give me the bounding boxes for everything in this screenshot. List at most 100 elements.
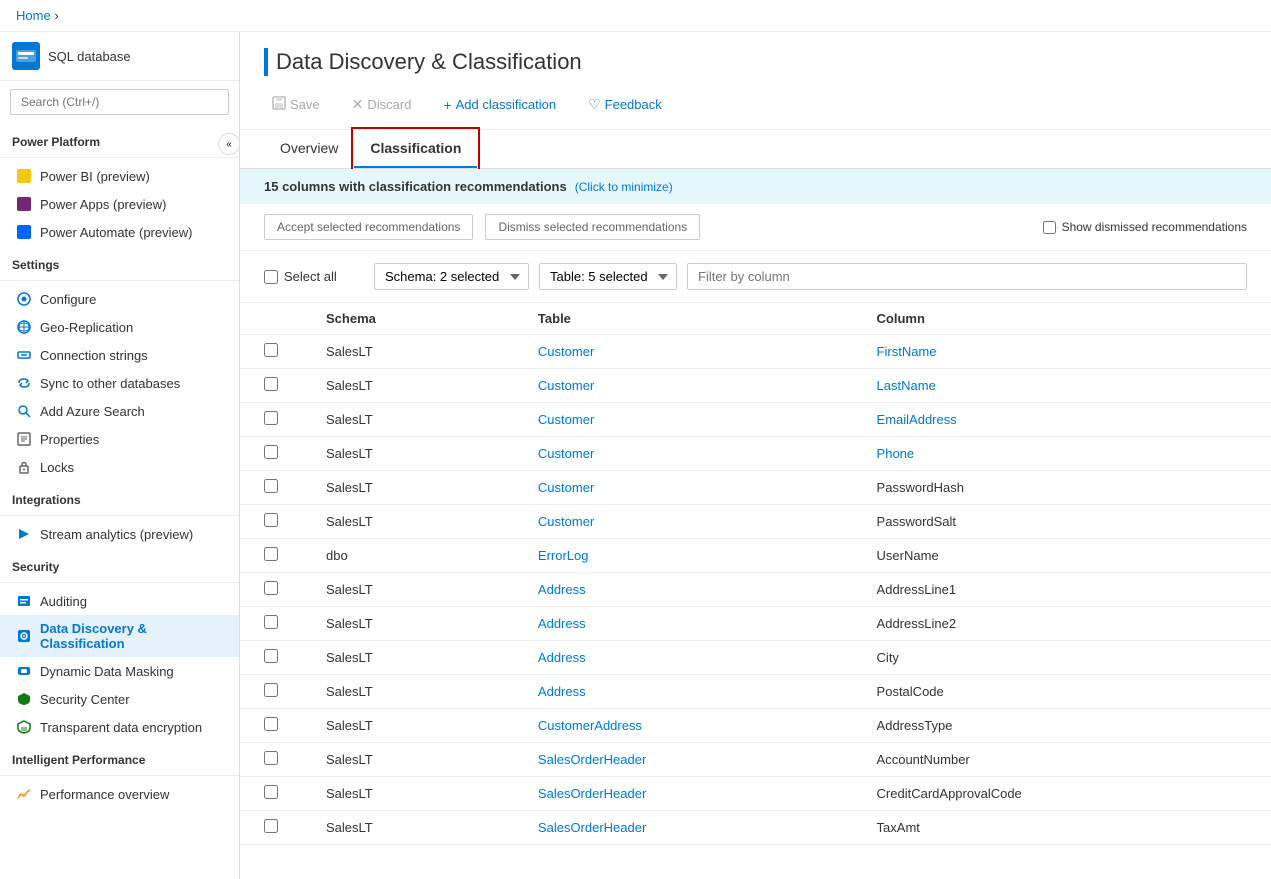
azure-search-icon bbox=[16, 403, 32, 419]
row-table[interactable]: Customer bbox=[514, 471, 853, 505]
sidebar-item-geo-replication[interactable]: Geo-Replication bbox=[0, 313, 239, 341]
column-filter-input[interactable] bbox=[687, 263, 1247, 290]
sidebar-item-dynamic-masking[interactable]: Dynamic Data Masking bbox=[0, 657, 239, 685]
sidebar-item-label: Security Center bbox=[40, 692, 130, 707]
row-table[interactable]: Address bbox=[514, 675, 853, 709]
row-checkbox[interactable] bbox=[264, 547, 278, 561]
row-table[interactable]: Address bbox=[514, 641, 853, 675]
row-checkbox[interactable] bbox=[264, 683, 278, 697]
row-schema: SalesLT bbox=[302, 437, 514, 471]
row-checkbox[interactable] bbox=[264, 377, 278, 391]
row-checkbox[interactable] bbox=[264, 581, 278, 595]
table-row: SalesLTCustomerPasswordHash bbox=[240, 471, 1271, 505]
table-header-row: Schema Table Column bbox=[240, 303, 1271, 335]
sidebar-item-power-bi[interactable]: Power BI (preview) bbox=[0, 162, 239, 190]
row-table[interactable]: SalesOrderHeader bbox=[514, 811, 853, 845]
select-all-label[interactable]: Select all bbox=[264, 269, 364, 284]
row-column[interactable]: FirstName bbox=[853, 335, 1271, 369]
sidebar-item-configure[interactable]: Configure bbox=[0, 285, 239, 313]
row-checkbox[interactable] bbox=[264, 479, 278, 493]
table-filter-dropdown[interactable]: Table: 5 selected bbox=[539, 263, 677, 290]
row-checkbox[interactable] bbox=[264, 615, 278, 629]
row-table[interactable]: SalesOrderHeader bbox=[514, 777, 853, 811]
row-checkbox[interactable] bbox=[264, 649, 278, 663]
row-schema: SalesLT bbox=[302, 777, 514, 811]
table-row: SalesLTAddressCity bbox=[240, 641, 1271, 675]
row-table[interactable]: Customer bbox=[514, 437, 853, 471]
row-checkbox[interactable] bbox=[264, 819, 278, 833]
add-classification-button[interactable]: + Add classification bbox=[435, 93, 564, 117]
classification-table: Schema Table Column SalesLTCustomerFirst… bbox=[240, 303, 1271, 845]
row-checkbox-cell bbox=[240, 675, 302, 709]
row-checkbox[interactable] bbox=[264, 751, 278, 765]
dynamic-masking-icon bbox=[16, 663, 32, 679]
sidebar-item-power-automate[interactable]: Power Automate (preview) bbox=[0, 218, 239, 246]
accept-recommendations-button[interactable]: Accept selected recommendations bbox=[264, 214, 473, 240]
row-table[interactable]: Customer bbox=[514, 335, 853, 369]
sidebar-item-connection-strings[interactable]: Connection strings bbox=[0, 341, 239, 369]
page-title-text: Data Discovery & Classification bbox=[276, 49, 582, 75]
tab-classification[interactable]: Classification bbox=[354, 130, 477, 168]
sidebar-search-area[interactable] bbox=[0, 81, 239, 123]
row-checkbox[interactable] bbox=[264, 785, 278, 799]
row-table[interactable]: CustomerAddress bbox=[514, 709, 853, 743]
table-row: dboErrorLogUserName bbox=[240, 539, 1271, 573]
row-checkbox[interactable] bbox=[264, 717, 278, 731]
dismiss-recommendations-button[interactable]: Dismiss selected recommendations bbox=[485, 214, 700, 240]
row-table[interactable]: Customer bbox=[514, 505, 853, 539]
breadcrumb-home[interactable]: Home bbox=[16, 8, 51, 23]
sidebar-item-sync-databases[interactable]: Sync to other databases bbox=[0, 369, 239, 397]
schema-filter-dropdown[interactable]: Schema: 2 selected bbox=[374, 263, 529, 290]
properties-icon bbox=[16, 431, 32, 447]
sidebar-item-azure-search[interactable]: Add Azure Search bbox=[0, 397, 239, 425]
sidebar-item-label: Stream analytics (preview) bbox=[40, 527, 193, 542]
table-row: SalesLTCustomerPhone bbox=[240, 437, 1271, 471]
search-input[interactable] bbox=[10, 89, 229, 115]
sidebar-item-stream-analytics[interactable]: Stream analytics (preview) bbox=[0, 520, 239, 548]
save-button[interactable]: Save bbox=[264, 92, 328, 117]
sidebar-collapse-btn[interactable]: « bbox=[218, 133, 240, 155]
row-schema: SalesLT bbox=[302, 811, 514, 845]
row-column[interactable]: EmailAddress bbox=[853, 403, 1271, 437]
sidebar-item-label: Auditing bbox=[40, 594, 87, 609]
row-checkbox[interactable] bbox=[264, 343, 278, 357]
sidebar-item-performance-overview[interactable]: Performance overview bbox=[0, 780, 239, 808]
row-table[interactable]: Address bbox=[514, 573, 853, 607]
row-table[interactable]: Customer bbox=[514, 369, 853, 403]
sidebar-item-power-apps[interactable]: Power Apps (preview) bbox=[0, 190, 239, 218]
row-column[interactable]: Phone bbox=[853, 437, 1271, 471]
row-checkbox[interactable] bbox=[264, 411, 278, 425]
tab-overview[interactable]: Overview bbox=[264, 130, 354, 168]
sidebar-item-properties[interactable]: Properties bbox=[0, 425, 239, 453]
col-header-table: Table bbox=[514, 303, 853, 335]
recommendations-banner[interactable]: 15 columns with classification recommend… bbox=[240, 169, 1271, 204]
powerbi-icon bbox=[16, 168, 32, 184]
feedback-button[interactable]: ♡ Feedback bbox=[580, 92, 670, 117]
row-table[interactable]: SalesOrderHeader bbox=[514, 743, 853, 777]
table-row: SalesLTAddressAddressLine2 bbox=[240, 607, 1271, 641]
sidebar-item-security-center[interactable]: Security Center bbox=[0, 685, 239, 713]
row-column: TaxAmt bbox=[853, 811, 1271, 845]
row-table[interactable]: ErrorLog bbox=[514, 539, 853, 573]
row-table[interactable]: Customer bbox=[514, 403, 853, 437]
show-dismissed-checkbox[interactable] bbox=[1043, 221, 1056, 234]
sidebar-item-transparent-encryption[interactable]: Transparent data encryption bbox=[0, 713, 239, 741]
sidebar-item-label: Sync to other databases bbox=[40, 376, 180, 391]
select-all-checkbox[interactable] bbox=[264, 270, 278, 284]
row-checkbox[interactable] bbox=[264, 513, 278, 527]
sidebar-item-auditing[interactable]: Auditing bbox=[0, 587, 239, 615]
table-row: SalesLTCustomerFirstName bbox=[240, 335, 1271, 369]
table-row: SalesLTSalesOrderHeaderAccountNumber bbox=[240, 743, 1271, 777]
show-dismissed-label[interactable]: Show dismissed recommendations bbox=[1043, 220, 1247, 234]
powerapps-icon bbox=[16, 196, 32, 212]
discard-button[interactable]: ✕ Discard bbox=[344, 92, 420, 117]
row-checkbox[interactable] bbox=[264, 445, 278, 459]
row-schema: SalesLT bbox=[302, 743, 514, 777]
sidebar-item-locks[interactable]: Locks bbox=[0, 453, 239, 481]
sidebar-item-label: Properties bbox=[40, 432, 99, 447]
row-column[interactable]: LastName bbox=[853, 369, 1271, 403]
row-schema: SalesLT bbox=[302, 709, 514, 743]
sidebar-item-data-discovery[interactable]: Data Discovery & Classification bbox=[0, 615, 239, 657]
feedback-label: Feedback bbox=[605, 97, 662, 112]
row-table[interactable]: Address bbox=[514, 607, 853, 641]
